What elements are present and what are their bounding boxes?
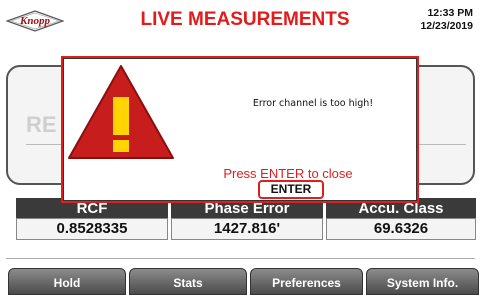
warning-icon: [68, 65, 174, 159]
clock-time: 12:33 PM: [427, 7, 473, 19]
clock-date: 12/23/2019: [420, 20, 473, 32]
panel-partial-label: RE: [26, 112, 57, 137]
divider: [6, 247, 475, 259]
enter-button[interactable]: ENTER: [258, 180, 324, 199]
stats-button[interactable]: Stats: [129, 268, 247, 295]
page-title: LIVE MEASUREMENTS: [140, 9, 350, 30]
preferences-button[interactable]: Preferences: [250, 268, 363, 295]
rcf-value: 0.8528335: [16, 218, 168, 240]
header-bar: Knopp LIVE MEASUREMENTS 12:33 PM 12/23/2…: [0, 0, 481, 46]
hold-button[interactable]: Hold: [8, 268, 126, 295]
error-dialog: Error channel is too high! Press ENTER t…: [61, 56, 419, 203]
accu-class-value: 69.6326: [326, 218, 476, 240]
logo-text: Knopp: [20, 15, 50, 27]
phase-error-value: 1427.816': [171, 218, 323, 240]
system-info-button[interactable]: System Info.: [366, 268, 479, 295]
error-message: Error channel is too high!: [252, 98, 374, 109]
close-instruction: Press ENTER to close: [223, 166, 353, 181]
